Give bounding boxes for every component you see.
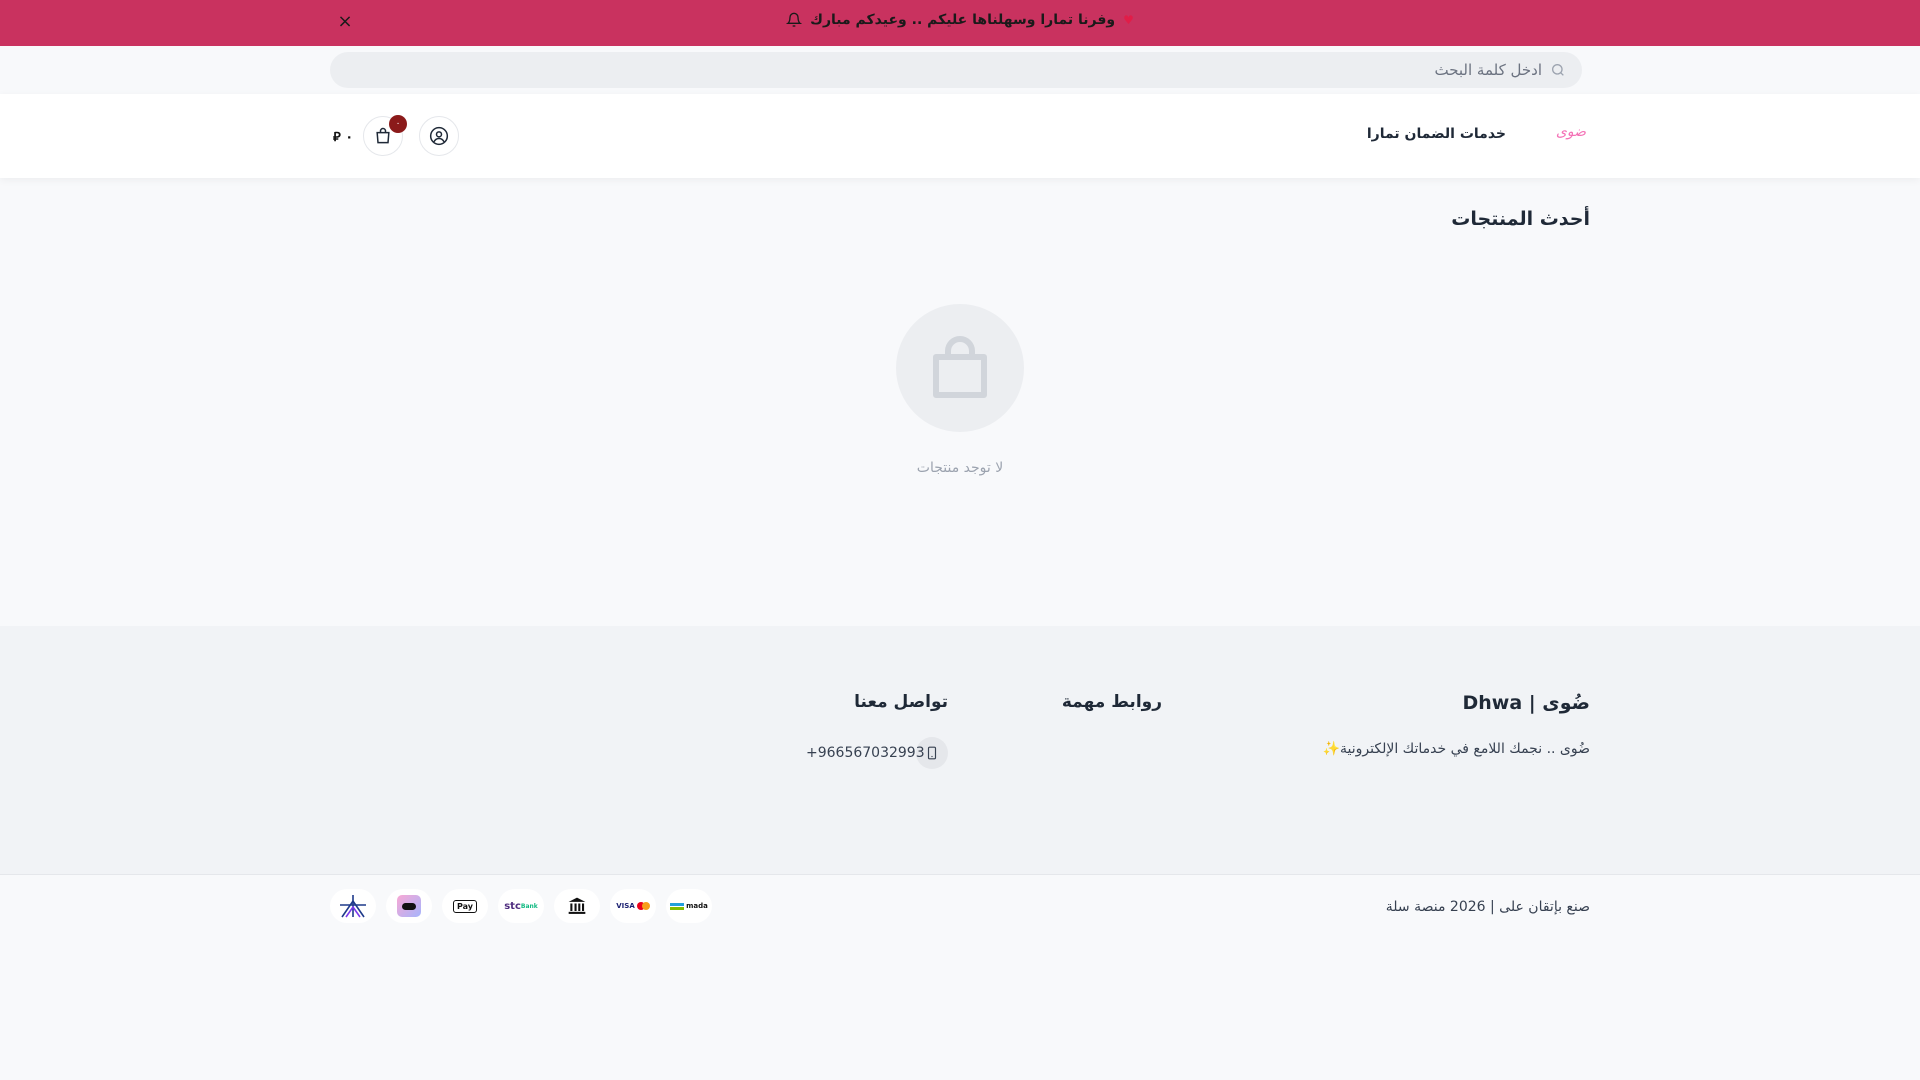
apple-pay-label: Pay (452, 899, 477, 913)
empty-state-icon-wrapper (896, 304, 1024, 432)
bank-transfer-icon (554, 889, 600, 923)
copyright-text: صنع بإتقان على | 2026 منصة سلة (1385, 899, 1590, 915)
tamara-icon (330, 889, 376, 923)
search-input[interactable] (350, 52, 1542, 88)
announcement-bar: × ♥ وفرنا تمارا وسهلناها عليكم .. وعيدكم… (0, 0, 1920, 46)
nav-link-tamara-warranty[interactable]: خدمات الضمان تمارا (1367, 126, 1506, 142)
bottom-bar: صنع بإتقان على | 2026 منصة سلة Pay stc Ba… (0, 874, 1920, 1080)
bell-icon (786, 12, 803, 27)
search-box (330, 52, 1582, 88)
contact-title: تواصل معنا (854, 692, 948, 712)
stc-bank-icon: stc Bank (498, 889, 544, 923)
footer-brand: ضُوى | Dhwa (1462, 692, 1590, 714)
visa-mastercard-icon: VISA (610, 889, 656, 923)
announcement-text: وفرنا تمارا وسهلناها عليكم .. وعيدكم مبا… (810, 12, 1116, 28)
cart-total: ٠ ⃁ (333, 130, 354, 145)
visa-label: VISA (616, 902, 635, 910)
announcement-message: ♥ وفرنا تمارا وسهلناها عليكم .. وعيدكم م… (0, 12, 1920, 28)
mada-label: mada (686, 902, 708, 910)
main-header: ضوى خدمات الضمان تمارا ٠ ٠ ⃁ (0, 94, 1920, 178)
apple-pay-icon: Pay (442, 889, 488, 923)
stc-label: stc (504, 900, 521, 912)
section-title: أحدث المنتجات (1451, 208, 1590, 230)
search-icon (1552, 63, 1564, 76)
mada-icon: mada (666, 889, 712, 923)
tabby-icon (386, 889, 432, 923)
cart-count-badge: ٠ (389, 115, 407, 133)
empty-bag-icon (933, 336, 987, 398)
store-logo[interactable]: ضوى (1556, 124, 1586, 140)
search-row (0, 46, 1920, 94)
footer: ضُوى | Dhwa ضُوى .. نجمك اللامع في خدمات… (0, 626, 1920, 874)
empty-state-text: لا توجد منتجات (916, 460, 1004, 476)
user-icon (429, 126, 449, 146)
account-button[interactable] (419, 116, 459, 156)
contact-phone[interactable]: +966567032993 (806, 745, 925, 761)
stc-bank-label: Bank (520, 902, 538, 910)
heart-icon: ♥ (1123, 13, 1134, 27)
footer-description: ضُوى .. نجمك اللامع في خدماتك الإلكتروني… (1322, 741, 1590, 757)
important-links-title: روابط مهمة (1061, 692, 1162, 712)
